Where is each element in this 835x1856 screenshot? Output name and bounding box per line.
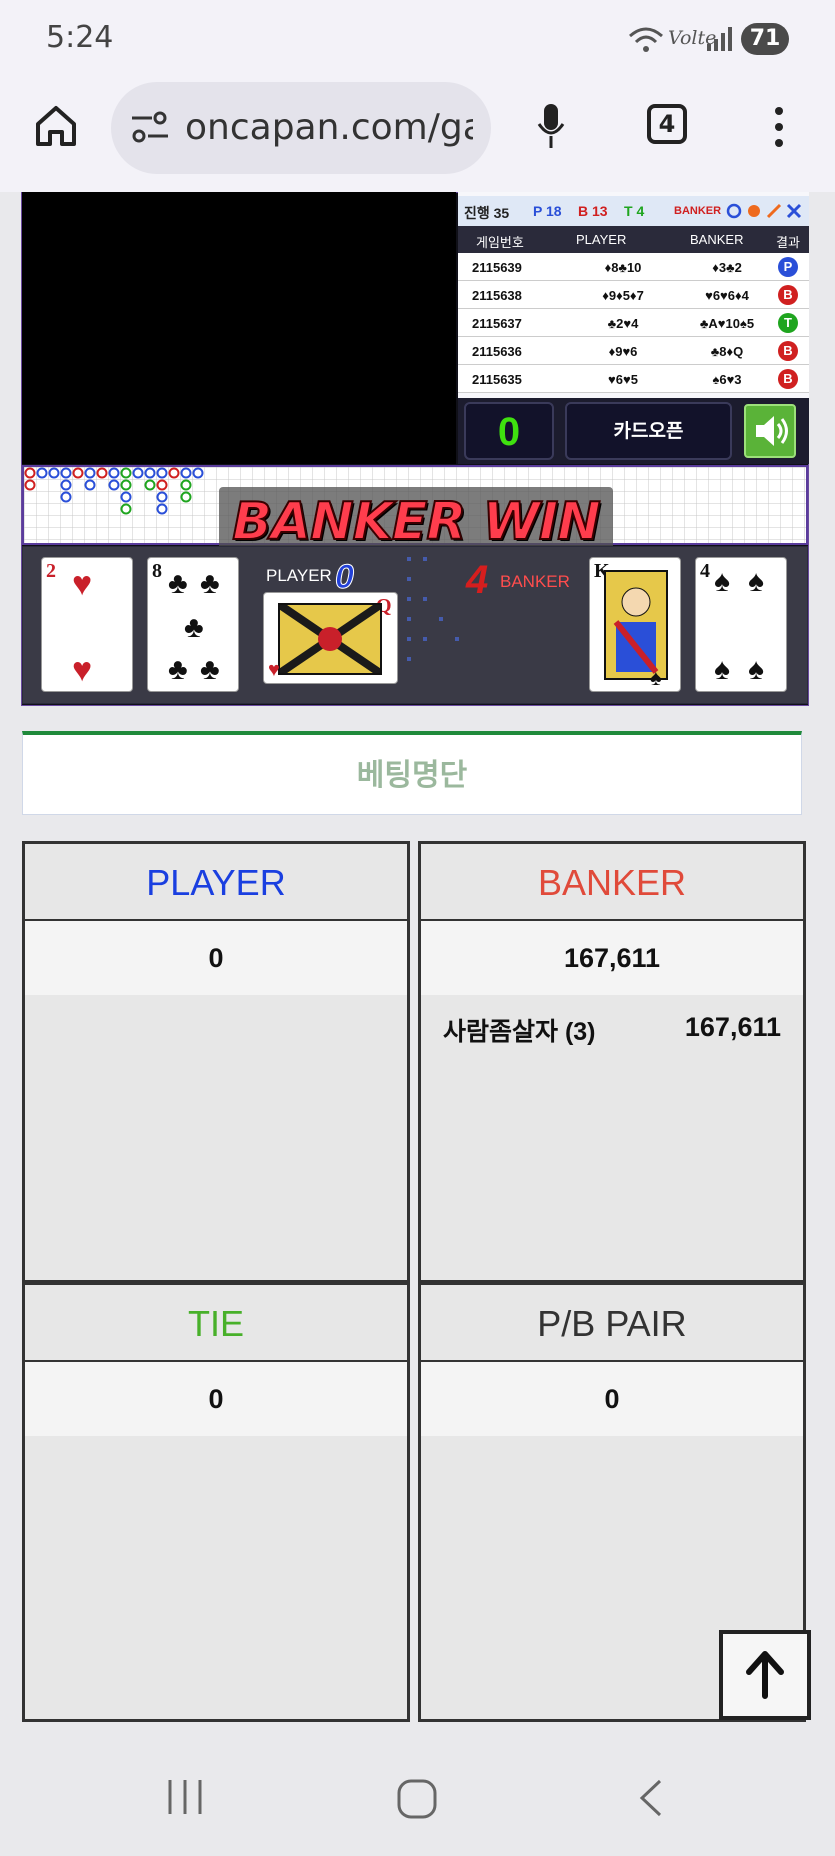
game-video [22,192,456,464]
player-count: P 18 [533,203,562,219]
banker-card-2: 4 ♠ ♠ ♠ ♠ [695,557,787,692]
banker-label: BANKER [500,572,570,591]
queen-face [277,601,383,677]
speaker-icon [756,416,788,446]
signal-icon [707,27,732,51]
history-row: 2115637 ♣2♥4 ♣A♥10♠5 T [458,309,809,337]
tie-count: T 4 [624,203,645,219]
microphone-icon[interactable] [536,102,566,150]
history-row: 2115639 ♦8♣10 ♦3♣2 P [458,253,809,281]
history-row: 2115635 ♥6♥5 ♠6♥3 B [458,365,809,393]
site-settings-icon[interactable] [130,110,170,144]
banker-card-1: K ♠ [589,557,681,692]
tab-switcher-button[interactable]: 4 [647,104,687,144]
banker-bet-total: 167,611 [421,921,803,995]
result-badge: B [778,285,798,305]
arrow-up-icon [746,1651,784,1699]
sound-toggle-button[interactable] [744,404,796,458]
player-card-3: Q ♥ [263,592,398,684]
banker-count: B 13 [578,203,608,219]
history-header: 게임번호 PLAYER BANKER 결과 [458,226,809,253]
progress-count: 진행 35 [464,205,510,221]
bettor-name: 사람좀살자 (3) [443,1018,596,1046]
scroll-to-top-button[interactable] [719,1630,811,1720]
player-bet-total: 0 [25,921,407,995]
result-badge: B [778,341,798,361]
tie-bet-title: TIE [25,1285,407,1362]
card-open-button[interactable]: 카드오픈 [565,402,732,460]
history-summary: 진행 35 P 18 B 13 T 4 BANKER [458,196,809,226]
result-badge: B [778,369,798,389]
pair-bet-title: P/B PAIR [421,1285,803,1362]
banker-predict-label: BANKER [674,205,722,217]
result-badge: P [778,257,798,277]
home-icon[interactable] [34,104,78,148]
banker-bet-panel: BANKER 167,611 사람좀살자 (3) 167,611 [418,841,806,1283]
player-bet-panel: PLAYER 0 [22,841,410,1283]
history-row: 2115636 ♦9♥6 ♣8♦Q B [458,337,809,365]
back-icon[interactable] [636,1778,666,1818]
home-nav-icon[interactable] [396,1778,438,1820]
player-bet-title: PLAYER [25,844,407,921]
col-banker: BANKER [690,232,744,247]
more-options-icon[interactable] [772,106,786,148]
col-player: PLAYER [576,232,627,247]
banker-bet-title: BANKER [421,844,803,921]
player-score: 0 [335,558,355,597]
betting-list-title: 베팅명단 [356,759,468,792]
pair-bet-total: 0 [421,1362,803,1436]
bettor-amount: 167,611 [684,1012,781,1042]
player-card-1: 2 ♥ ♥ [41,557,133,692]
banker-score: 4 [466,558,489,602]
tie-bet-panel: TIE 0 [22,1282,410,1722]
col-result: 결과 [776,235,800,250]
recent-apps-icon[interactable] [166,1778,204,1816]
col-game-no: 게임번호 [476,235,524,250]
tie-bet-total: 0 [25,1362,407,1436]
history-row: 2115638 ♦9♦5♦7 ♥6♥6♦4 B [458,281,809,309]
wifi-icon [629,27,663,52]
player-label: PLAYER [266,566,332,585]
battery-indicator: 71 [741,23,789,55]
result-badge: T [778,313,798,333]
road-prediction-icons [726,203,802,219]
url-text[interactable]: oncapan.com/gar [185,103,473,153]
countdown-counter: 0 [464,402,554,460]
player-card-2: 8 ♣ ♣ ♣ ♣ ♣ [147,557,239,692]
card-table: 2 ♥ ♥ 8 ♣ ♣ ♣ ♣ ♣ Q ♥ K ♠ 4 ♠ ♠ ♠ ♠ [22,546,808,704]
status-time: 5:24 [46,20,114,55]
